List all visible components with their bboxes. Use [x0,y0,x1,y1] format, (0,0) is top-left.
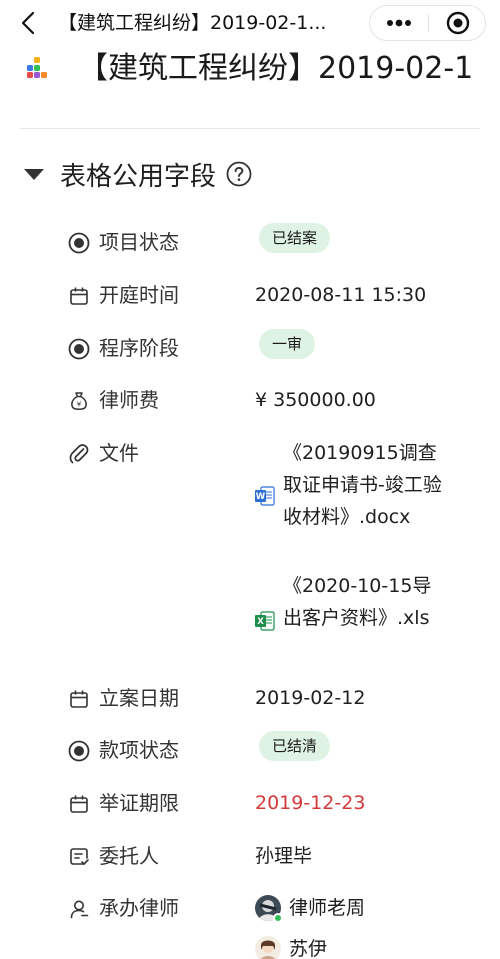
field-label: 立案日期 [99,686,179,710]
more-dots-icon [387,19,411,27]
target-close-icon [446,11,469,35]
person-name: 律师老周 [289,897,366,919]
field-value: 2020-08-11 15:30 [255,284,427,306]
excel-file-icon: X [255,611,275,631]
file-name[interactable]: 《2020-10-15导出客户资料》.xls [283,570,443,634]
chevron-left-icon [21,11,35,35]
header-divider [20,128,480,129]
stage-tag: 一审 [259,329,316,359]
field-label: 委托人 [99,844,159,868]
field-label: 开庭时间 [99,283,179,307]
mini-program-capsule [369,5,486,41]
radio-icon [68,740,90,762]
navbar: 【建筑工程纠纷】2019-02-1... [0,0,500,48]
app-logo-icon [27,57,47,78]
close-button[interactable] [429,6,486,40]
field-label: 举证期限 [99,791,179,815]
section-title: 表格公用字段 [60,161,217,192]
avatar [255,936,281,959]
more-button[interactable] [370,6,428,40]
client-name[interactable]: 孙理毕 [255,843,312,869]
person-name: 苏伊 [289,938,328,959]
field-value: ¥ 350000.00 [255,389,376,411]
radio-icon [68,338,90,360]
field-lawyers: 承办律师 律师老周 苏伊 [66,895,486,959]
money-bag-icon: ¥ [68,390,90,412]
word-file-icon: W [255,486,275,506]
status-tag: 已结案 [259,223,331,253]
svg-text:¥: ¥ [77,401,82,409]
field-label: 款项状态 [99,738,179,762]
field-label: 律师费 [99,388,159,412]
field-label: 文件 [99,441,139,465]
calendar-icon [68,688,90,710]
field-label: 承办律师 [99,896,179,920]
back-button[interactable] [14,8,42,38]
person-icon [68,898,90,920]
paperclip-icon [68,443,90,465]
contact-card-icon [68,846,90,868]
field-value: 2019-02-12 [255,687,366,709]
calendar-icon [68,285,90,307]
record-title: 【建筑工程纠纷】2019-02-1 [78,51,474,86]
file-item[interactable]: W 《20190915调查取证申请书-竣工验收材料》.docx [255,437,445,567]
field-label: 项目状态 [99,230,179,254]
field-files: 文件 W 《20190915调查取证申请书-竣工验收材料》.docx X 《20… [66,441,486,673]
question-circle-icon[interactable] [226,161,252,187]
svg-text:X: X [257,617,264,627]
online-status-dot [273,913,283,923]
svg-text:W: W [256,492,266,502]
file-name[interactable]: 《20190915调查取证申请书-竣工验收材料》.docx [283,437,443,533]
radio-icon [68,232,90,254]
deadline-value: 2019-12-23 [255,792,366,814]
file-item[interactable]: X 《2020-10-15导出客户资料》.xls [255,570,445,670]
nav-title: 【建筑工程纠纷】2019-02-1... [58,12,327,34]
field-label: 程序阶段 [99,336,179,360]
section-toggle[interactable]: 表格公用字段 [20,154,480,194]
record-header: 【建筑工程纠纷】2019-02-1 [0,44,500,104]
calendar-icon [68,793,90,815]
caret-down-icon [24,168,44,180]
payment-tag: 已结清 [259,731,331,761]
